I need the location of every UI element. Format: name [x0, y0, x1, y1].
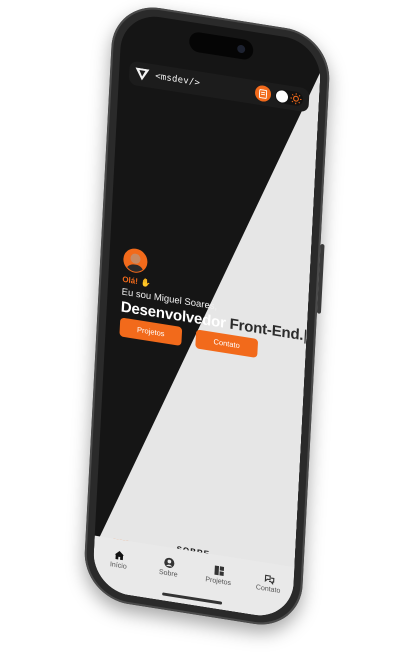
home-indicator: [162, 592, 223, 605]
tab-label: Projetos: [205, 576, 232, 588]
document-icon: [258, 88, 268, 99]
tab-inicio[interactable]: Início: [98, 546, 139, 572]
navbar-actions: [254, 84, 304, 107]
home-icon: [114, 550, 124, 561]
typing-caret: |: [302, 327, 308, 345]
tab-projetos[interactable]: Projetos: [198, 562, 239, 588]
top-navbar: <msdev/>: [128, 60, 310, 113]
avatar-body: [125, 263, 145, 275]
toggle-knob: [275, 89, 289, 104]
sun-icon: [290, 93, 302, 105]
avatar: [122, 246, 149, 275]
grid-icon: [213, 565, 224, 576]
brand-name[interactable]: <msdev/>: [155, 72, 200, 89]
theme-toggle[interactable]: [274, 88, 304, 107]
phone-screen: <msdev/> Olá! ✋ Eu sou Miguel Soares, De…: [91, 11, 323, 621]
phone-frame: <msdev/> Olá! ✋ Eu sou Miguel Soares, De…: [82, 0, 332, 632]
waving-hand-icon: ✋: [140, 277, 152, 289]
tab-contato[interactable]: Contato: [248, 570, 289, 596]
cv-button[interactable]: [254, 84, 272, 103]
stage: <msdev/> Olá! ✋ Eu sou Miguel Soares, De…: [0, 0, 400, 667]
camera-icon: [237, 44, 246, 54]
ms-logo-icon[interactable]: [135, 67, 150, 81]
tab-sobre[interactable]: Sobre: [148, 554, 189, 580]
tab-label: Sobre: [158, 568, 178, 579]
dynamic-island: [188, 30, 254, 61]
user-icon: [163, 557, 174, 568]
greeting-text: Olá!: [122, 274, 139, 287]
phone-side-button: [316, 243, 325, 314]
avatar-head: [130, 252, 141, 265]
tab-label: Início: [109, 561, 127, 571]
chat-icon: [264, 574, 274, 585]
tab-label: Contato: [255, 584, 281, 595]
